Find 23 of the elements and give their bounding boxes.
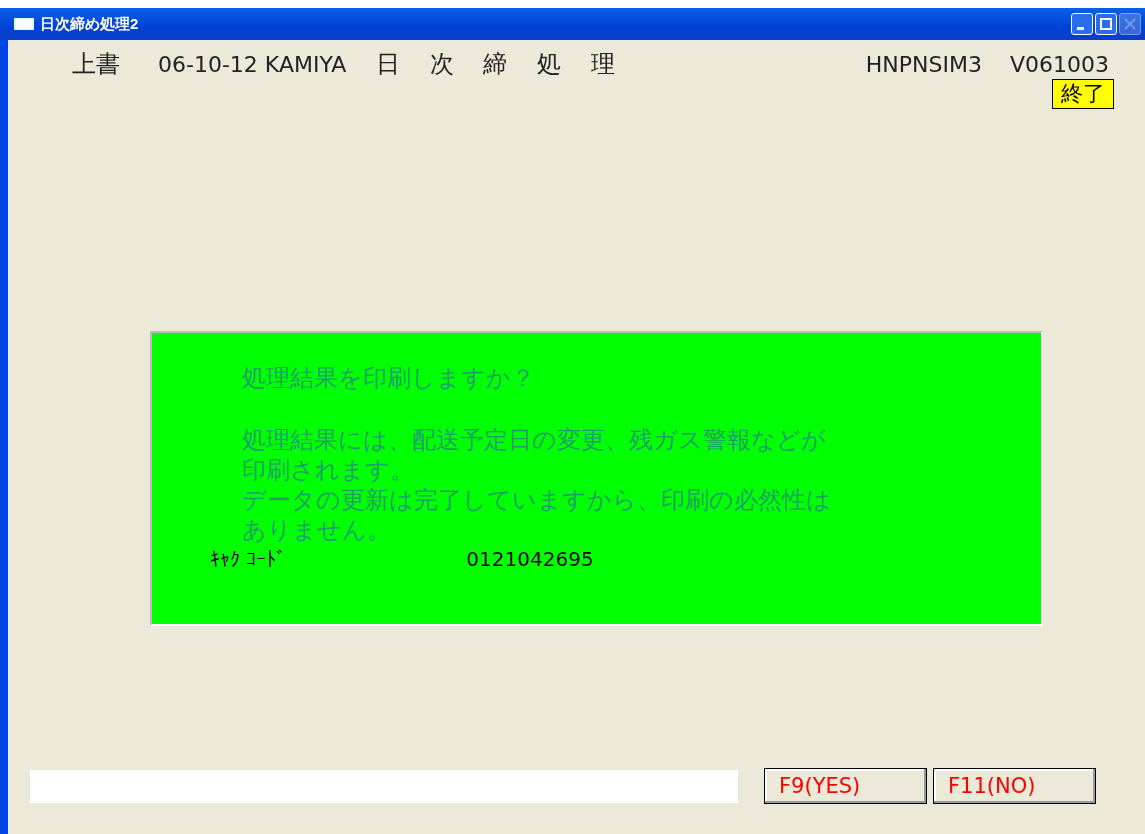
version-label: V061003 <box>1009 52 1109 79</box>
customer-code-value: 0121042695 <box>466 545 594 573</box>
minimize-icon <box>1077 26 1084 30</box>
program-id-label: HNPNSIM3 <box>865 52 982 79</box>
message-text: 印刷されます。 <box>242 454 415 485</box>
close-icon <box>1124 18 1136 30</box>
question-text: 処理結果を印刷しますか？ <box>242 362 536 393</box>
function-key-button[interactable]: F9(YES) <box>764 768 927 804</box>
minimize-button[interactable] <box>1071 13 1093 35</box>
customer-code-label: ｷｬｸ ｺｰﾄﾞ <box>210 545 287 573</box>
screen-title: 日 次 締 処 理 <box>376 50 615 79</box>
maximize-button[interactable] <box>1095 13 1117 35</box>
exit-button[interactable]: 終了 <box>1052 78 1114 109</box>
message-text: データの更新は完了していますから、印刷の必然性は <box>242 484 832 515</box>
date-user-label: 06-10-12 KAMIYA <box>158 52 347 79</box>
function-key-button[interactable]: F11(NO) <box>933 768 1096 804</box>
mode-label: 上書 <box>72 50 120 79</box>
message-text: ありません。 <box>242 514 392 545</box>
maximize-icon <box>1100 18 1112 30</box>
window-title: 日次締め処理2 <box>40 13 139 34</box>
window-icon <box>14 18 34 30</box>
status-field[interactable] <box>30 769 738 803</box>
message-text: 処理結果には、配送予定日の変更、残ガス警報などが <box>242 424 827 455</box>
